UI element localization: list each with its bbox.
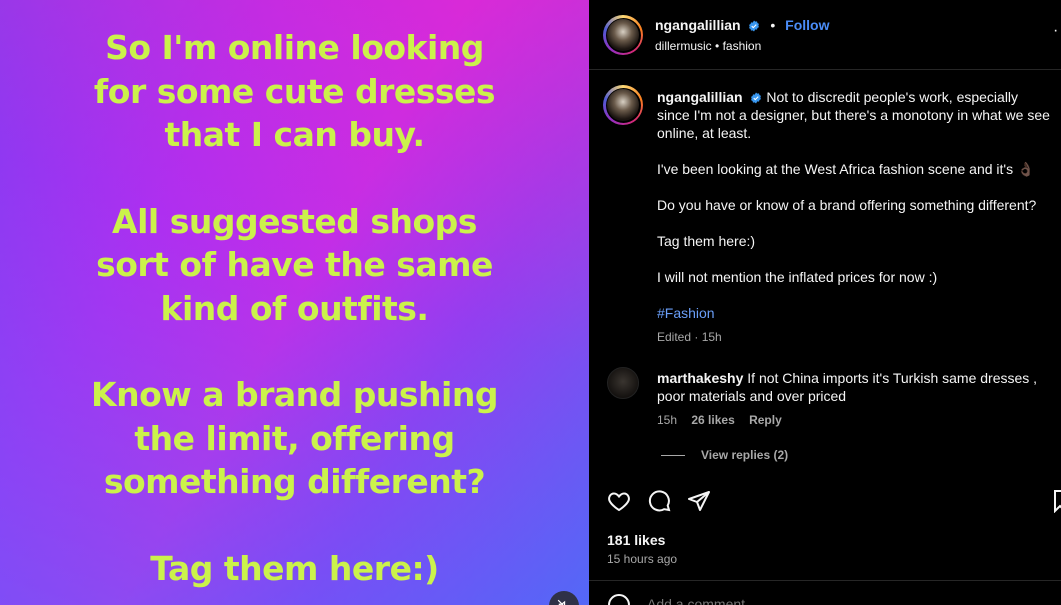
more-icon[interactable]: ···: [1053, 22, 1061, 40]
caption-edited-time: Edited · 15h: [657, 330, 722, 344]
media-line: kind of outfits.: [160, 288, 429, 328]
media-line: the limit, offering: [134, 418, 455, 458]
post-time: 15 hours ago: [607, 552, 678, 566]
post-media[interactable]: So I'm online looking for some cute dres…: [0, 0, 589, 605]
likes-count[interactable]: 181 likes: [607, 532, 665, 548]
commenter-username[interactable]: marthakeshy: [657, 370, 743, 386]
media-line: for some cute dresses: [93, 71, 496, 111]
tag-link[interactable]: fashion: [723, 39, 762, 53]
reply-button[interactable]: Reply: [749, 413, 782, 427]
view-replies-label: View replies (2): [701, 448, 789, 462]
view-replies-button[interactable]: View replies (2): [661, 448, 788, 462]
share-icon[interactable]: [687, 489, 711, 513]
follow-button[interactable]: Follow: [785, 17, 829, 33]
comment: marthakeshy If not China imports it's Tu…: [657, 369, 1051, 405]
media-line: Know a brand pushing: [91, 375, 498, 414]
heart-icon[interactable]: [607, 489, 631, 513]
caption-text: I've been looking at the West Africa fas…: [657, 161, 1035, 177]
comment-likes[interactable]: 26 likes: [691, 413, 734, 427]
header-user-line: ngangalillian • Follow: [655, 17, 830, 33]
header-sub-line: dillermusic • fashion: [655, 39, 762, 53]
caption-avatar[interactable]: [603, 85, 643, 125]
verified-icon: [751, 92, 762, 104]
verified-icon: [749, 20, 760, 32]
audio-link[interactable]: dillermusic: [655, 39, 712, 53]
post-header: ngangalillian • Follow dillermusic • fas…: [589, 0, 1061, 70]
comment-icon[interactable]: [647, 489, 671, 513]
post-panel: ngangalillian • Follow dillermusic • fas…: [589, 0, 1061, 605]
emoji-icon[interactable]: [607, 593, 631, 605]
media-line: All suggested shops: [112, 201, 477, 241]
comment-time: 15h: [657, 413, 678, 427]
hashtag-link[interactable]: #Fashion: [657, 305, 715, 321]
caption-text: Do you have or know of a brand offering …: [657, 197, 1037, 213]
caption-text: I will not mention the inflated prices f…: [657, 269, 938, 285]
add-comment-input[interactable]: [647, 596, 947, 605]
commenter-avatar[interactable]: [607, 367, 639, 399]
media-line: sort of have the same: [96, 245, 493, 284]
mute-icon: [557, 599, 566, 605]
caption-text: Tag them here:): [657, 233, 756, 249]
action-bar: [607, 489, 711, 513]
media-line: Tag them here:): [150, 548, 439, 588]
comment-meta: 15h 26 likes Reply: [657, 413, 793, 427]
media-line: that I can buy.: [164, 115, 425, 154]
media-line: So I'm online looking: [105, 28, 484, 67]
media-text: So I'm online looking for some cute dres…: [0, 26, 589, 605]
post-caption: ngangalillian Not to discredit people's …: [657, 88, 1051, 346]
save-icon[interactable]: [1053, 489, 1061, 513]
caption-username[interactable]: ngangalillian: [657, 89, 743, 105]
author-username[interactable]: ngangalillian: [655, 17, 741, 33]
media-line: something different?: [103, 462, 486, 501]
author-avatar[interactable]: [603, 15, 643, 55]
